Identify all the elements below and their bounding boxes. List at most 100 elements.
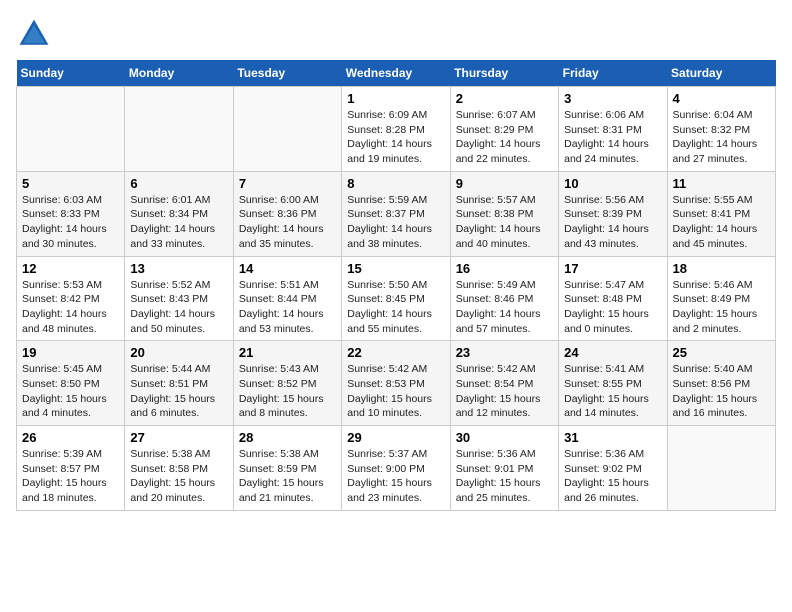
day-info: Sunrise: 5:38 AM Sunset: 8:59 PM Dayligh…: [239, 447, 336, 506]
weekday-header-row: SundayMondayTuesdayWednesdayThursdayFrid…: [17, 60, 776, 87]
day-info: Sunrise: 6:00 AM Sunset: 8:36 PM Dayligh…: [239, 193, 336, 252]
calendar-cell: [233, 87, 341, 172]
day-info: Sunrise: 5:45 AM Sunset: 8:50 PM Dayligh…: [22, 362, 119, 421]
day-number: 13: [130, 261, 227, 276]
weekday-header-sunday: Sunday: [17, 60, 125, 87]
calendar-cell: 30 Sunrise: 5:36 AM Sunset: 9:01 PM Dayl…: [450, 426, 558, 511]
day-number: 7: [239, 176, 336, 191]
week-row-3: 12 Sunrise: 5:53 AM Sunset: 8:42 PM Dayl…: [17, 256, 776, 341]
sunset-text: Sunset: 8:31 PM: [564, 124, 642, 136]
calendar-cell: 1 Sunrise: 6:09 AM Sunset: 8:28 PM Dayli…: [342, 87, 450, 172]
weekday-header-tuesday: Tuesday: [233, 60, 341, 87]
daylight-text: Daylight: 14 hours and 57 minutes.: [456, 308, 541, 335]
day-info: Sunrise: 6:09 AM Sunset: 8:28 PM Dayligh…: [347, 108, 444, 167]
day-number: 10: [564, 176, 661, 191]
sunset-text: Sunset: 8:32 PM: [673, 124, 751, 136]
day-number: 25: [673, 345, 770, 360]
daylight-text: Daylight: 14 hours and 38 minutes.: [347, 223, 432, 250]
sunrise-text: Sunrise: 5:55 AM: [673, 194, 753, 206]
sunrise-text: Sunrise: 5:56 AM: [564, 194, 644, 206]
calendar-cell: 27 Sunrise: 5:38 AM Sunset: 8:58 PM Dayl…: [125, 426, 233, 511]
daylight-text: Daylight: 15 hours and 4 minutes.: [22, 393, 107, 420]
day-number: 17: [564, 261, 661, 276]
calendar-cell: 8 Sunrise: 5:59 AM Sunset: 8:37 PM Dayli…: [342, 171, 450, 256]
weekday-header-monday: Monday: [125, 60, 233, 87]
day-info: Sunrise: 5:42 AM Sunset: 8:54 PM Dayligh…: [456, 362, 553, 421]
calendar-cell: 10 Sunrise: 5:56 AM Sunset: 8:39 PM Dayl…: [559, 171, 667, 256]
day-number: 8: [347, 176, 444, 191]
day-info: Sunrise: 6:01 AM Sunset: 8:34 PM Dayligh…: [130, 193, 227, 252]
sunrise-text: Sunrise: 5:47 AM: [564, 279, 644, 291]
daylight-text: Daylight: 14 hours and 50 minutes.: [130, 308, 215, 335]
day-number: 28: [239, 430, 336, 445]
logo: [16, 16, 56, 52]
day-info: Sunrise: 5:51 AM Sunset: 8:44 PM Dayligh…: [239, 278, 336, 337]
sunset-text: Sunset: 8:43 PM: [130, 293, 208, 305]
day-info: Sunrise: 5:59 AM Sunset: 8:37 PM Dayligh…: [347, 193, 444, 252]
daylight-text: Daylight: 15 hours and 8 minutes.: [239, 393, 324, 420]
day-number: 29: [347, 430, 444, 445]
calendar-cell: 5 Sunrise: 6:03 AM Sunset: 8:33 PM Dayli…: [17, 171, 125, 256]
daylight-text: Daylight: 14 hours and 24 minutes.: [564, 138, 649, 165]
calendar-cell: 31 Sunrise: 5:36 AM Sunset: 9:02 PM Dayl…: [559, 426, 667, 511]
sunrise-text: Sunrise: 5:37 AM: [347, 448, 427, 460]
day-number: 23: [456, 345, 553, 360]
daylight-text: Daylight: 15 hours and 12 minutes.: [456, 393, 541, 420]
sunset-text: Sunset: 8:59 PM: [239, 463, 317, 475]
day-info: Sunrise: 5:40 AM Sunset: 8:56 PM Dayligh…: [673, 362, 770, 421]
day-number: 12: [22, 261, 119, 276]
sunrise-text: Sunrise: 6:06 AM: [564, 109, 644, 121]
calendar-cell: 18 Sunrise: 5:46 AM Sunset: 8:49 PM Dayl…: [667, 256, 775, 341]
daylight-text: Daylight: 14 hours and 40 minutes.: [456, 223, 541, 250]
calendar-cell: 4 Sunrise: 6:04 AM Sunset: 8:32 PM Dayli…: [667, 87, 775, 172]
daylight-text: Daylight: 15 hours and 14 minutes.: [564, 393, 649, 420]
day-number: 27: [130, 430, 227, 445]
day-info: Sunrise: 5:46 AM Sunset: 8:49 PM Dayligh…: [673, 278, 770, 337]
calendar-cell: 3 Sunrise: 6:06 AM Sunset: 8:31 PM Dayli…: [559, 87, 667, 172]
sunset-text: Sunset: 9:00 PM: [347, 463, 425, 475]
calendar-cell: 14 Sunrise: 5:51 AM Sunset: 8:44 PM Dayl…: [233, 256, 341, 341]
calendar-cell: [667, 426, 775, 511]
sunset-text: Sunset: 8:51 PM: [130, 378, 208, 390]
calendar-cell: [17, 87, 125, 172]
sunset-text: Sunset: 8:33 PM: [22, 208, 100, 220]
daylight-text: Daylight: 15 hours and 23 minutes.: [347, 477, 432, 504]
day-info: Sunrise: 5:36 AM Sunset: 9:02 PM Dayligh…: [564, 447, 661, 506]
day-number: 3: [564, 91, 661, 106]
logo-icon: [16, 16, 52, 52]
day-info: Sunrise: 5:50 AM Sunset: 8:45 PM Dayligh…: [347, 278, 444, 337]
day-info: Sunrise: 5:36 AM Sunset: 9:01 PM Dayligh…: [456, 447, 553, 506]
sunrise-text: Sunrise: 5:59 AM: [347, 194, 427, 206]
calendar-cell: 25 Sunrise: 5:40 AM Sunset: 8:56 PM Dayl…: [667, 341, 775, 426]
calendar-cell: 24 Sunrise: 5:41 AM Sunset: 8:55 PM Dayl…: [559, 341, 667, 426]
sunrise-text: Sunrise: 5:46 AM: [673, 279, 753, 291]
day-info: Sunrise: 6:07 AM Sunset: 8:29 PM Dayligh…: [456, 108, 553, 167]
day-number: 31: [564, 430, 661, 445]
day-info: Sunrise: 5:38 AM Sunset: 8:58 PM Dayligh…: [130, 447, 227, 506]
sunset-text: Sunset: 8:41 PM: [673, 208, 751, 220]
daylight-text: Daylight: 15 hours and 21 minutes.: [239, 477, 324, 504]
day-number: 16: [456, 261, 553, 276]
calendar-cell: 9 Sunrise: 5:57 AM Sunset: 8:38 PM Dayli…: [450, 171, 558, 256]
day-number: 6: [130, 176, 227, 191]
sunset-text: Sunset: 8:55 PM: [564, 378, 642, 390]
calendar-cell: 26 Sunrise: 5:39 AM Sunset: 8:57 PM Dayl…: [17, 426, 125, 511]
sunrise-text: Sunrise: 6:03 AM: [22, 194, 102, 206]
day-info: Sunrise: 5:57 AM Sunset: 8:38 PM Dayligh…: [456, 193, 553, 252]
sunrise-text: Sunrise: 5:36 AM: [456, 448, 536, 460]
sunrise-text: Sunrise: 5:40 AM: [673, 363, 753, 375]
daylight-text: Daylight: 15 hours and 0 minutes.: [564, 308, 649, 335]
sunset-text: Sunset: 8:37 PM: [347, 208, 425, 220]
day-number: 26: [22, 430, 119, 445]
sunrise-text: Sunrise: 6:04 AM: [673, 109, 753, 121]
sunset-text: Sunset: 8:57 PM: [22, 463, 100, 475]
calendar-cell: 20 Sunrise: 5:44 AM Sunset: 8:51 PM Dayl…: [125, 341, 233, 426]
sunset-text: Sunset: 8:50 PM: [22, 378, 100, 390]
weekday-header-friday: Friday: [559, 60, 667, 87]
day-info: Sunrise: 5:42 AM Sunset: 8:53 PM Dayligh…: [347, 362, 444, 421]
daylight-text: Daylight: 14 hours and 55 minutes.: [347, 308, 432, 335]
day-info: Sunrise: 5:43 AM Sunset: 8:52 PM Dayligh…: [239, 362, 336, 421]
day-number: 30: [456, 430, 553, 445]
calendar-cell: 12 Sunrise: 5:53 AM Sunset: 8:42 PM Dayl…: [17, 256, 125, 341]
page-header: [16, 16, 776, 52]
